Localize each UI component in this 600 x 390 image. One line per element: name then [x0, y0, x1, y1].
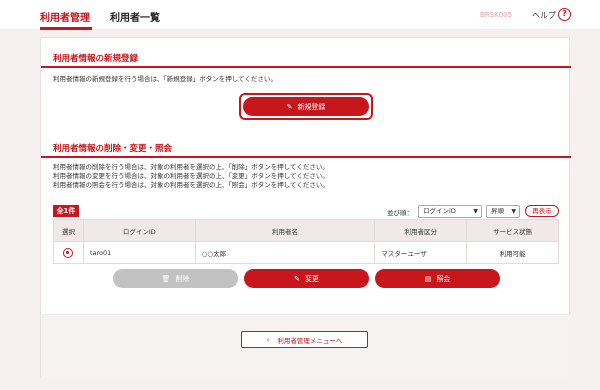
- column-header: 選択: [53, 219, 84, 242]
- column-header: 利用者名: [194, 219, 376, 242]
- sort-order-select[interactable]: 昇順 ▼: [486, 205, 520, 218]
- top-bar: 利用者管理 利用者一覧 BRSK005 ヘルプ ?: [0, 0, 600, 30]
- new-register-highlight: ✎ 新規登録: [239, 93, 373, 120]
- view-label: 照会: [436, 274, 451, 283]
- column-header: ログインID: [82, 219, 196, 242]
- back-to-menu-button[interactable]: ‹ 利用者管理メニューへ: [241, 331, 368, 348]
- sort-label: 並び順：: [387, 209, 413, 217]
- view-button[interactable]: ▤ 照会: [375, 269, 500, 288]
- back-to-menu-label: 利用者管理メニューへ: [277, 336, 343, 345]
- section-divider: [41, 66, 571, 68]
- help-link[interactable]: ヘルプ: [532, 10, 556, 21]
- table-row[interactable]: taro01 ○○太郎 マスターユーザ 利用可能: [53, 241, 559, 264]
- page-title: 利用者一覧: [110, 13, 160, 24]
- column-header: 利用者区分: [374, 219, 468, 242]
- main-card: 利用者情報の新規登録 利用者情報の新規登録を行う場合は、「新規登録」ボタンを押し…: [40, 37, 571, 378]
- section-divider: [41, 156, 571, 158]
- chevron-left-icon: ‹: [266, 335, 270, 344]
- brand-title[interactable]: 利用者管理: [40, 9, 90, 24]
- screen-code: BRSK005: [480, 11, 513, 19]
- active-indicator: [40, 27, 92, 30]
- row-radio[interactable]: [63, 247, 74, 258]
- user-name-cell: ○○太郎: [194, 241, 376, 264]
- manage-description: 利用者情報の削除を行う場合は、対象の利用者を選択の上、「削除」ボタンを押してくだ…: [53, 163, 329, 190]
- question-icon[interactable]: ?: [558, 8, 571, 21]
- user-category-cell: マスターユーザ: [374, 241, 468, 264]
- edit-button[interactable]: ✎ 変更: [244, 269, 369, 288]
- manage-section-title: 利用者情報の削除・変更・照会: [53, 144, 173, 154]
- chevron-down-icon: ▼: [511, 208, 516, 215]
- sort-order-value: 昇順: [491, 207, 504, 215]
- new-register-label: 新規登録: [297, 102, 326, 111]
- service-status-cell: 利用可能: [466, 241, 559, 264]
- card-footer: ‹ 利用者管理メニューへ: [41, 314, 571, 378]
- user-table: 選択 ログインID 利用者名 利用者区分 サービス状態 taro01 ○○太郎 …: [53, 219, 559, 264]
- description-line: 利用者情報の変更を行う場合は、対象の利用者を選択の上、「変更」ボタンを押してくだ…: [53, 172, 329, 180]
- description-line: 利用者情報の削除を行う場合は、対象の利用者を選択の上、「削除」ボタンを押してくだ…: [53, 163, 329, 171]
- count-badge: 全1件: [53, 205, 79, 217]
- row-select-cell[interactable]: [53, 241, 84, 264]
- sort-key-value: ログインID: [423, 207, 456, 215]
- register-description: 利用者情報の新規登録を行う場合は、「新規登録」ボタンを押してください。: [53, 75, 277, 83]
- document-search-icon: ▤: [424, 274, 432, 283]
- pencil-icon: ✎: [294, 274, 300, 283]
- new-register-button[interactable]: ✎ 新規登録: [243, 97, 369, 116]
- column-header: サービス状態: [466, 219, 559, 242]
- login-id-cell: taro01: [82, 241, 196, 264]
- edit-label: 変更: [304, 274, 319, 283]
- chevron-down-icon: ▼: [473, 208, 478, 215]
- sort-key-select[interactable]: ログインID ▼: [418, 205, 482, 218]
- pencil-icon: ✎: [286, 102, 293, 111]
- description-line: 利用者情報の照会を行う場合は、対象の利用者を選択の上、「照会」ボタンを押してくだ…: [53, 181, 329, 189]
- redisplay-button[interactable]: 再表示: [525, 205, 559, 217]
- trash-icon: 🗑: [161, 274, 171, 283]
- register-section-title: 利用者情報の新規登録: [53, 54, 139, 64]
- delete-label: 削除: [175, 274, 190, 283]
- delete-button[interactable]: 🗑 削除: [113, 269, 238, 288]
